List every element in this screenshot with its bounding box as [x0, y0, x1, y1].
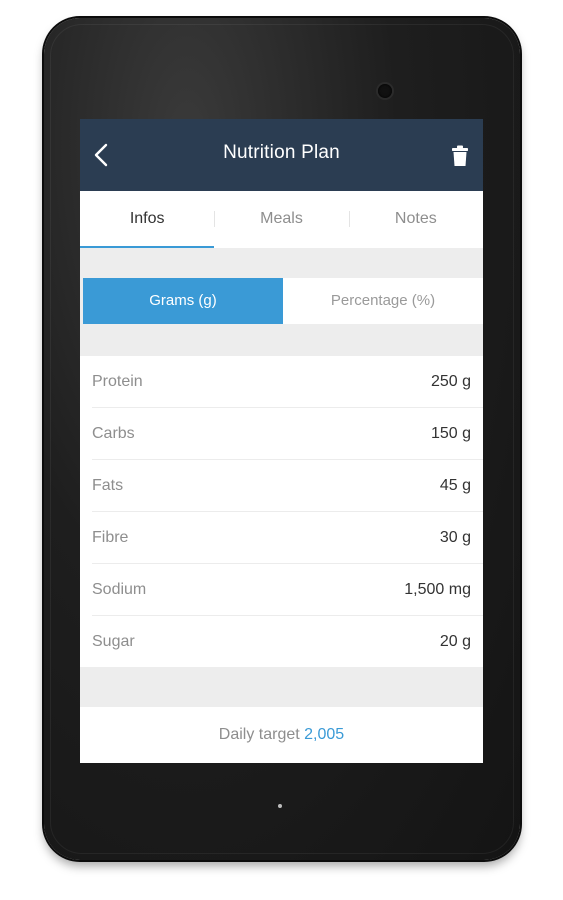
nutrient-row-sodium[interactable]: Sodium 1,500 mg [92, 564, 483, 616]
unit-toggle: Grams (g) Percentage (%) [83, 278, 483, 324]
nutrient-value: 45 g [439, 476, 471, 494]
tab-infos[interactable]: Infos [80, 191, 215, 248]
nutrient-row-sugar[interactable]: Sugar 20 g [92, 616, 483, 667]
nutrient-value: 250 g [430, 372, 471, 390]
front-camera [378, 84, 392, 98]
tablet-frame: Nutrition Plan Infos Meals Notes Grams (… [44, 18, 520, 860]
nutrient-label: Carbs [92, 424, 135, 442]
daily-target-value: 2,005 [304, 726, 345, 743]
nutrient-value: 20 g [439, 632, 471, 650]
tab-bar: Infos Meals Notes [80, 191, 483, 248]
nutrient-value: 30 g [439, 528, 471, 546]
nutrient-label: Sodium [92, 580, 147, 598]
app-screen: Nutrition Plan Infos Meals Notes Grams (… [80, 119, 483, 763]
nutrient-row-carbs[interactable]: Carbs 150 g [92, 408, 483, 460]
nutrient-value: 1,500 mg [404, 580, 471, 598]
nutrient-row-fats[interactable]: Fats 45 g [92, 460, 483, 512]
percentage-option[interactable]: Percentage (%) [283, 278, 483, 324]
nutrient-label: Protein [92, 372, 143, 390]
nutrient-label: Fibre [92, 528, 129, 546]
home-indicator [278, 804, 282, 808]
daily-target: Daily target 2,005 [80, 707, 483, 763]
app-bar: Nutrition Plan [80, 119, 483, 191]
nutrient-label: Sugar [92, 632, 135, 650]
trash-icon[interactable] [451, 145, 469, 167]
nutrient-row-protein[interactable]: Protein 250 g [92, 356, 483, 408]
nutrient-label: Fats [92, 476, 124, 494]
page-title: Nutrition Plan [223, 142, 340, 163]
daily-target-label: Daily target [218, 726, 300, 743]
nutrient-row-fibre[interactable]: Fibre 30 g [92, 512, 483, 564]
tab-meals[interactable]: Meals [214, 191, 348, 248]
nutrient-value: 150 g [430, 424, 471, 442]
tab-notes[interactable]: Notes [348, 191, 483, 248]
grams-option[interactable]: Grams (g) [83, 278, 283, 324]
nutrient-list: Protein 250 g Carbs 150 g Fats 45 g Fibr… [80, 356, 483, 667]
